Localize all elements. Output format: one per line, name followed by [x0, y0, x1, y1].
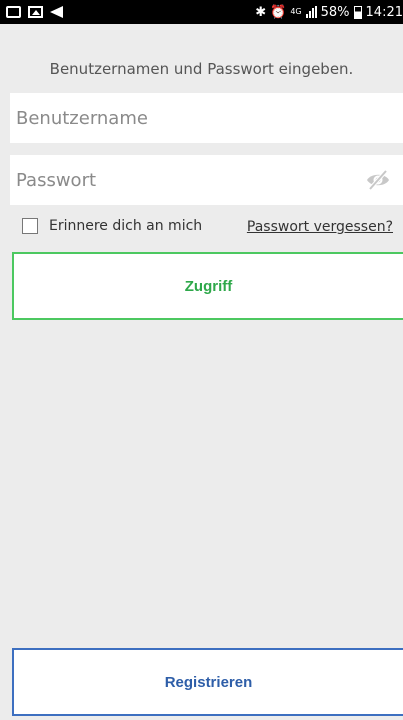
remember-me-label[interactable]: Erinnere dich an mich [49, 218, 202, 234]
remember-me-checkbox[interactable] [22, 218, 38, 234]
status-bar: ✱ ⏰ 4G 58% 14:21 [0, 0, 403, 24]
password-input[interactable] [10, 155, 403, 205]
access-button[interactable]: Zugriff [12, 252, 403, 320]
battery-icon [353, 5, 362, 19]
username-field-container [10, 93, 403, 143]
username-input[interactable] [10, 93, 403, 143]
alarm-icon: ⏰ [270, 4, 287, 20]
battery-percent: 58% [320, 4, 350, 20]
login-prompt: Benutzernamen und Passwort eingeben. [49, 60, 354, 78]
password-field-container [10, 155, 403, 205]
status-bar-left [6, 6, 63, 18]
hide-password-icon[interactable] [365, 169, 391, 191]
bluetooth-icon: ✱ [255, 4, 267, 20]
forgot-password-link[interactable]: Passwort vergessen? [247, 219, 393, 235]
clock: 14:21 [365, 4, 403, 20]
network-type: 4G [290, 7, 302, 16]
remember-me-row: Erinnere dich an mich [22, 218, 202, 234]
status-bar-right: ✱ ⏰ 4G 58% 14:21 [255, 4, 403, 20]
message-icon [6, 6, 21, 18]
signal-icon [305, 6, 317, 18]
send-icon [50, 6, 63, 18]
image-icon [28, 6, 43, 18]
register-button[interactable]: Registrieren [12, 648, 403, 716]
